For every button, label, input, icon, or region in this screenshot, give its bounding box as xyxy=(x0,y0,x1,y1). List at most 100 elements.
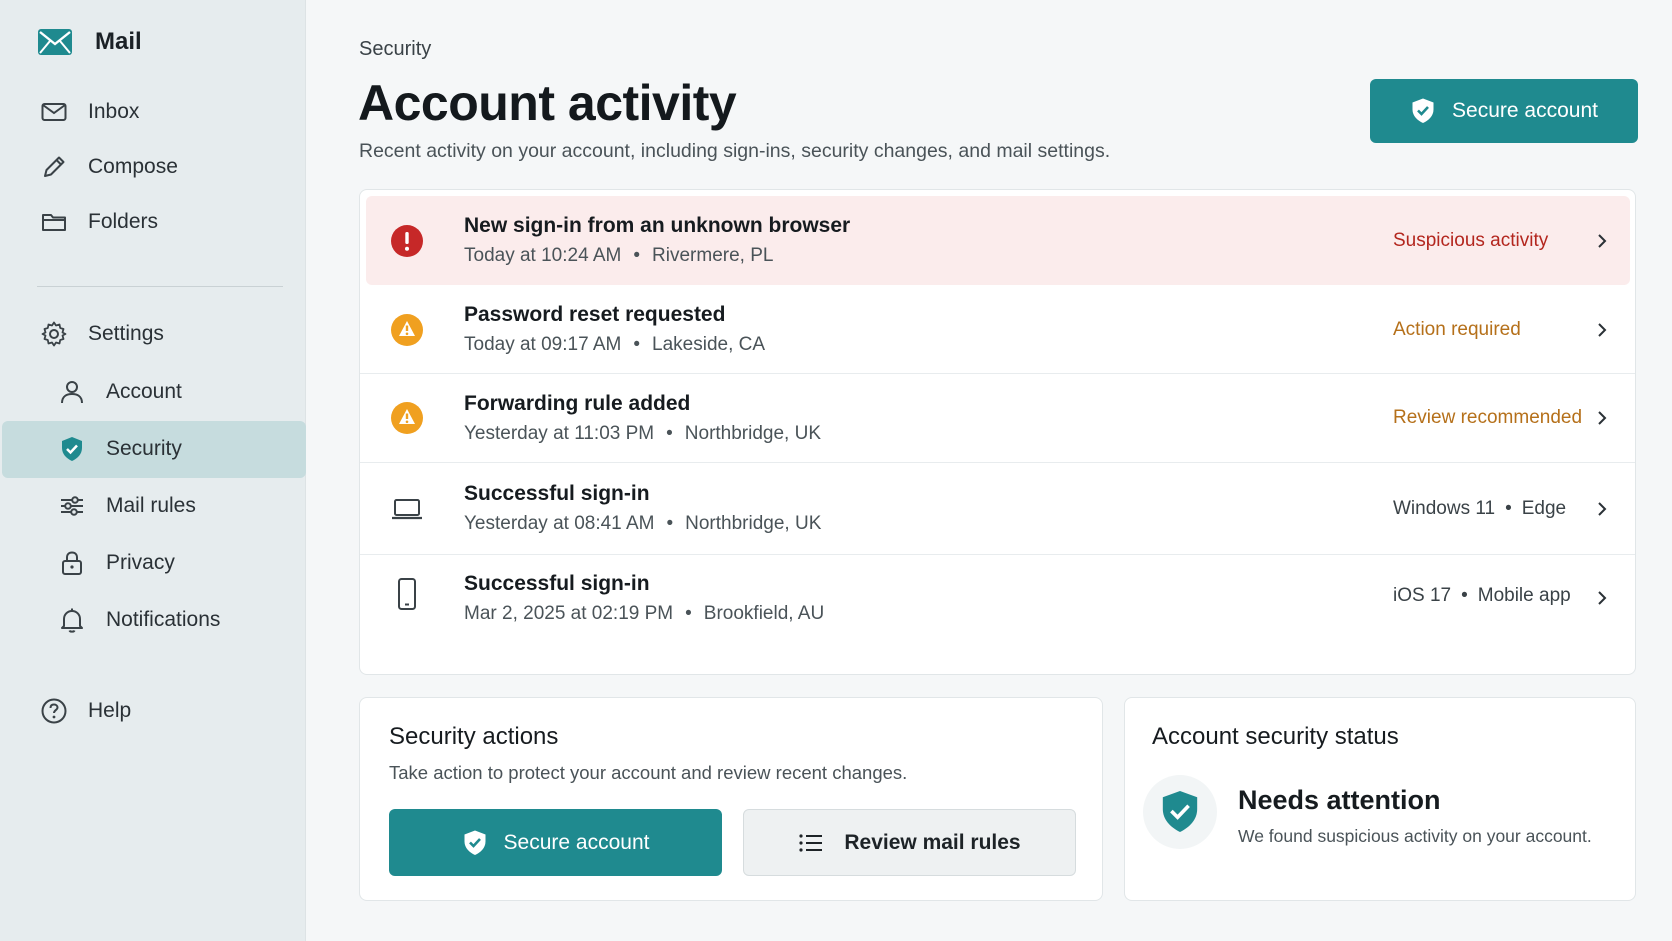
sidebar-item-compose[interactable]: Compose xyxy=(40,139,178,195)
activity-title: Successful sign-in xyxy=(464,482,650,505)
breadcrumb[interactable]: Security xyxy=(359,38,431,61)
sidebar-item-account[interactable]: Account xyxy=(58,364,182,420)
activity-text: Password reset requested Today at 09:17 … xyxy=(464,303,765,356)
sidebar-item-label: Security xyxy=(106,437,182,460)
activity-time: Mar 2, 2025 at 02:19 PM xyxy=(464,603,674,624)
card-title: Security actions xyxy=(389,723,559,750)
activity-title: New sign-in from an unknown browser xyxy=(464,214,851,237)
sidebar-item-mail-rules[interactable]: Mail rules xyxy=(58,478,196,534)
status-shield-icon xyxy=(1143,775,1217,849)
activity-list: New sign-in from an unknown browser Toda… xyxy=(359,189,1636,675)
alert-icon xyxy=(390,224,424,258)
device-os: iOS 17 xyxy=(1393,585,1452,606)
activity-row[interactable]: New sign-in from an unknown browser Toda… xyxy=(366,196,1630,285)
device-app: Mobile app xyxy=(1477,585,1571,606)
sidebar-item-help[interactable]: Help xyxy=(40,683,131,739)
sidebar-item-settings[interactable]: Settings xyxy=(40,306,164,362)
status-heading: Needs attention xyxy=(1238,785,1441,815)
card-description: Take action to protect your account and … xyxy=(389,762,908,783)
warning-icon xyxy=(390,313,424,347)
sidebar-item-label: Settings xyxy=(88,322,164,345)
activity-text: Successful sign-in Mar 2, 2025 at 02:19 … xyxy=(464,572,824,625)
separator-dot: • xyxy=(1461,585,1468,606)
sidebar-item-label: Folders xyxy=(88,210,159,233)
list-icon xyxy=(799,833,823,852)
sidebar-item-label: Notifications xyxy=(106,608,221,631)
sidebar-item-folders[interactable]: Folders xyxy=(40,194,158,250)
sidebar-item-inbox[interactable]: Inbox xyxy=(40,84,139,140)
main-content: Security Account activity Recent activit… xyxy=(306,0,1672,941)
activity-location: Brookfield, AU xyxy=(703,603,825,624)
account-status-card: Account security status Needs attention … xyxy=(1124,697,1636,901)
pencil-icon xyxy=(40,153,68,181)
sidebar-item-label: Mail rules xyxy=(106,494,196,517)
status-label: Action required xyxy=(1393,318,1521,340)
status-label: Suspicious activity xyxy=(1393,229,1549,251)
secure-account-button[interactable]: Secure account xyxy=(1370,79,1638,143)
sidebar: Mail Inbox Compose Folders Settings Acco… xyxy=(0,0,306,941)
activity-text: New sign-in from an unknown browser Toda… xyxy=(464,214,850,267)
separator-dot: • xyxy=(633,245,641,266)
help-icon xyxy=(40,697,68,725)
secure-account-label: Secure account xyxy=(503,830,650,854)
activity-title: Password reset requested xyxy=(464,303,726,326)
page-subtitle: Recent activity on your account, includi… xyxy=(359,140,1111,162)
shield-check-icon xyxy=(464,830,486,855)
activity-meta: Yesterday at 08:41 AM • Northbridge, UK xyxy=(464,513,821,535)
sidebar-divider xyxy=(37,286,283,287)
activity-location: Rivermere, PL xyxy=(652,245,774,266)
warning-icon xyxy=(390,401,424,435)
sidebar-item-label: Help xyxy=(88,699,132,722)
separator-dot: • xyxy=(633,334,641,355)
chevron-right-icon xyxy=(1598,233,1607,248)
app-name: Mail xyxy=(95,28,142,55)
activity-meta: Mar 2, 2025 at 02:19 PM • Brookfield, AU xyxy=(464,603,824,625)
chevron-right-icon xyxy=(1598,411,1607,425)
activity-row[interactable]: Successful sign-in Yesterday at 08:41 AM… xyxy=(360,463,1635,555)
secure-account-button[interactable]: Secure account xyxy=(389,809,722,876)
sidebar-item-privacy[interactable]: Privacy xyxy=(58,535,175,591)
activity-time: Yesterday at 08:41 AM xyxy=(464,513,655,534)
activity-text: Forwarding rule added Yesterday at 11:03… xyxy=(464,392,821,445)
activity-meta: Today at 10:24 AM • Rivermere, PL xyxy=(464,245,850,267)
separator-dot: • xyxy=(666,513,674,534)
shield-check-icon xyxy=(1412,98,1434,123)
sliders-icon xyxy=(58,492,86,520)
sidebar-item-label: Privacy xyxy=(106,551,175,574)
activity-meta: Yesterday at 11:03 PM • Northbridge, UK xyxy=(464,423,821,445)
activity-location: Lakeside, CA xyxy=(652,334,766,355)
activity-row[interactable]: Successful sign-in Mar 2, 2025 at 02:19 … xyxy=(360,555,1635,674)
review-mail-rules-button[interactable]: Review mail rules xyxy=(743,809,1076,876)
shield-icon xyxy=(58,435,86,463)
app-brand[interactable]: Mail xyxy=(37,26,142,58)
gear-icon xyxy=(40,320,68,348)
chevron-right-icon xyxy=(1598,501,1607,516)
activity-title: Forwarding rule added xyxy=(464,391,691,415)
sidebar-item-label: Account xyxy=(106,380,182,403)
activity-location: Northbridge, UK xyxy=(685,513,822,534)
secure-account-label: Secure account xyxy=(1452,99,1598,122)
review-mail-rules-label: Review mail rules xyxy=(844,830,1021,854)
mail-icon xyxy=(40,98,68,126)
activity-row[interactable]: Password reset requested Today at 09:17 … xyxy=(360,286,1635,374)
page-title: Account activity xyxy=(358,75,737,131)
mail-logo-icon xyxy=(38,29,72,55)
separator-dot: • xyxy=(666,422,673,444)
device-info: iOS 17 • Mobile app xyxy=(1393,585,1571,607)
activity-row[interactable]: Forwarding rule added Yesterday at 11:03… xyxy=(360,374,1635,463)
sidebar-item-label: Inbox xyxy=(88,100,140,123)
device-info: Windows 11 • Edge xyxy=(1393,498,1566,520)
status-message: We found suspicious activity on your acc… xyxy=(1238,826,1592,846)
sidebar-item-security[interactable]: Security xyxy=(58,421,182,477)
activity-title: Successful sign-in xyxy=(464,572,650,595)
laptop-icon xyxy=(390,492,424,526)
separator-dot: • xyxy=(685,603,692,624)
activity-time: Today at 09:17 AM xyxy=(464,334,622,355)
device-os: Windows 11 xyxy=(1393,497,1496,519)
sidebar-item-notifications[interactable]: Notifications xyxy=(58,592,220,648)
activity-time: Yesterday at 11:03 PM xyxy=(464,422,655,444)
status-label: Review recommended xyxy=(1393,407,1583,428)
activity-location: Northbridge, UK xyxy=(684,422,822,444)
security-actions-card: Security actions Take action to protect … xyxy=(359,697,1103,901)
chevron-right-icon xyxy=(1598,322,1607,337)
